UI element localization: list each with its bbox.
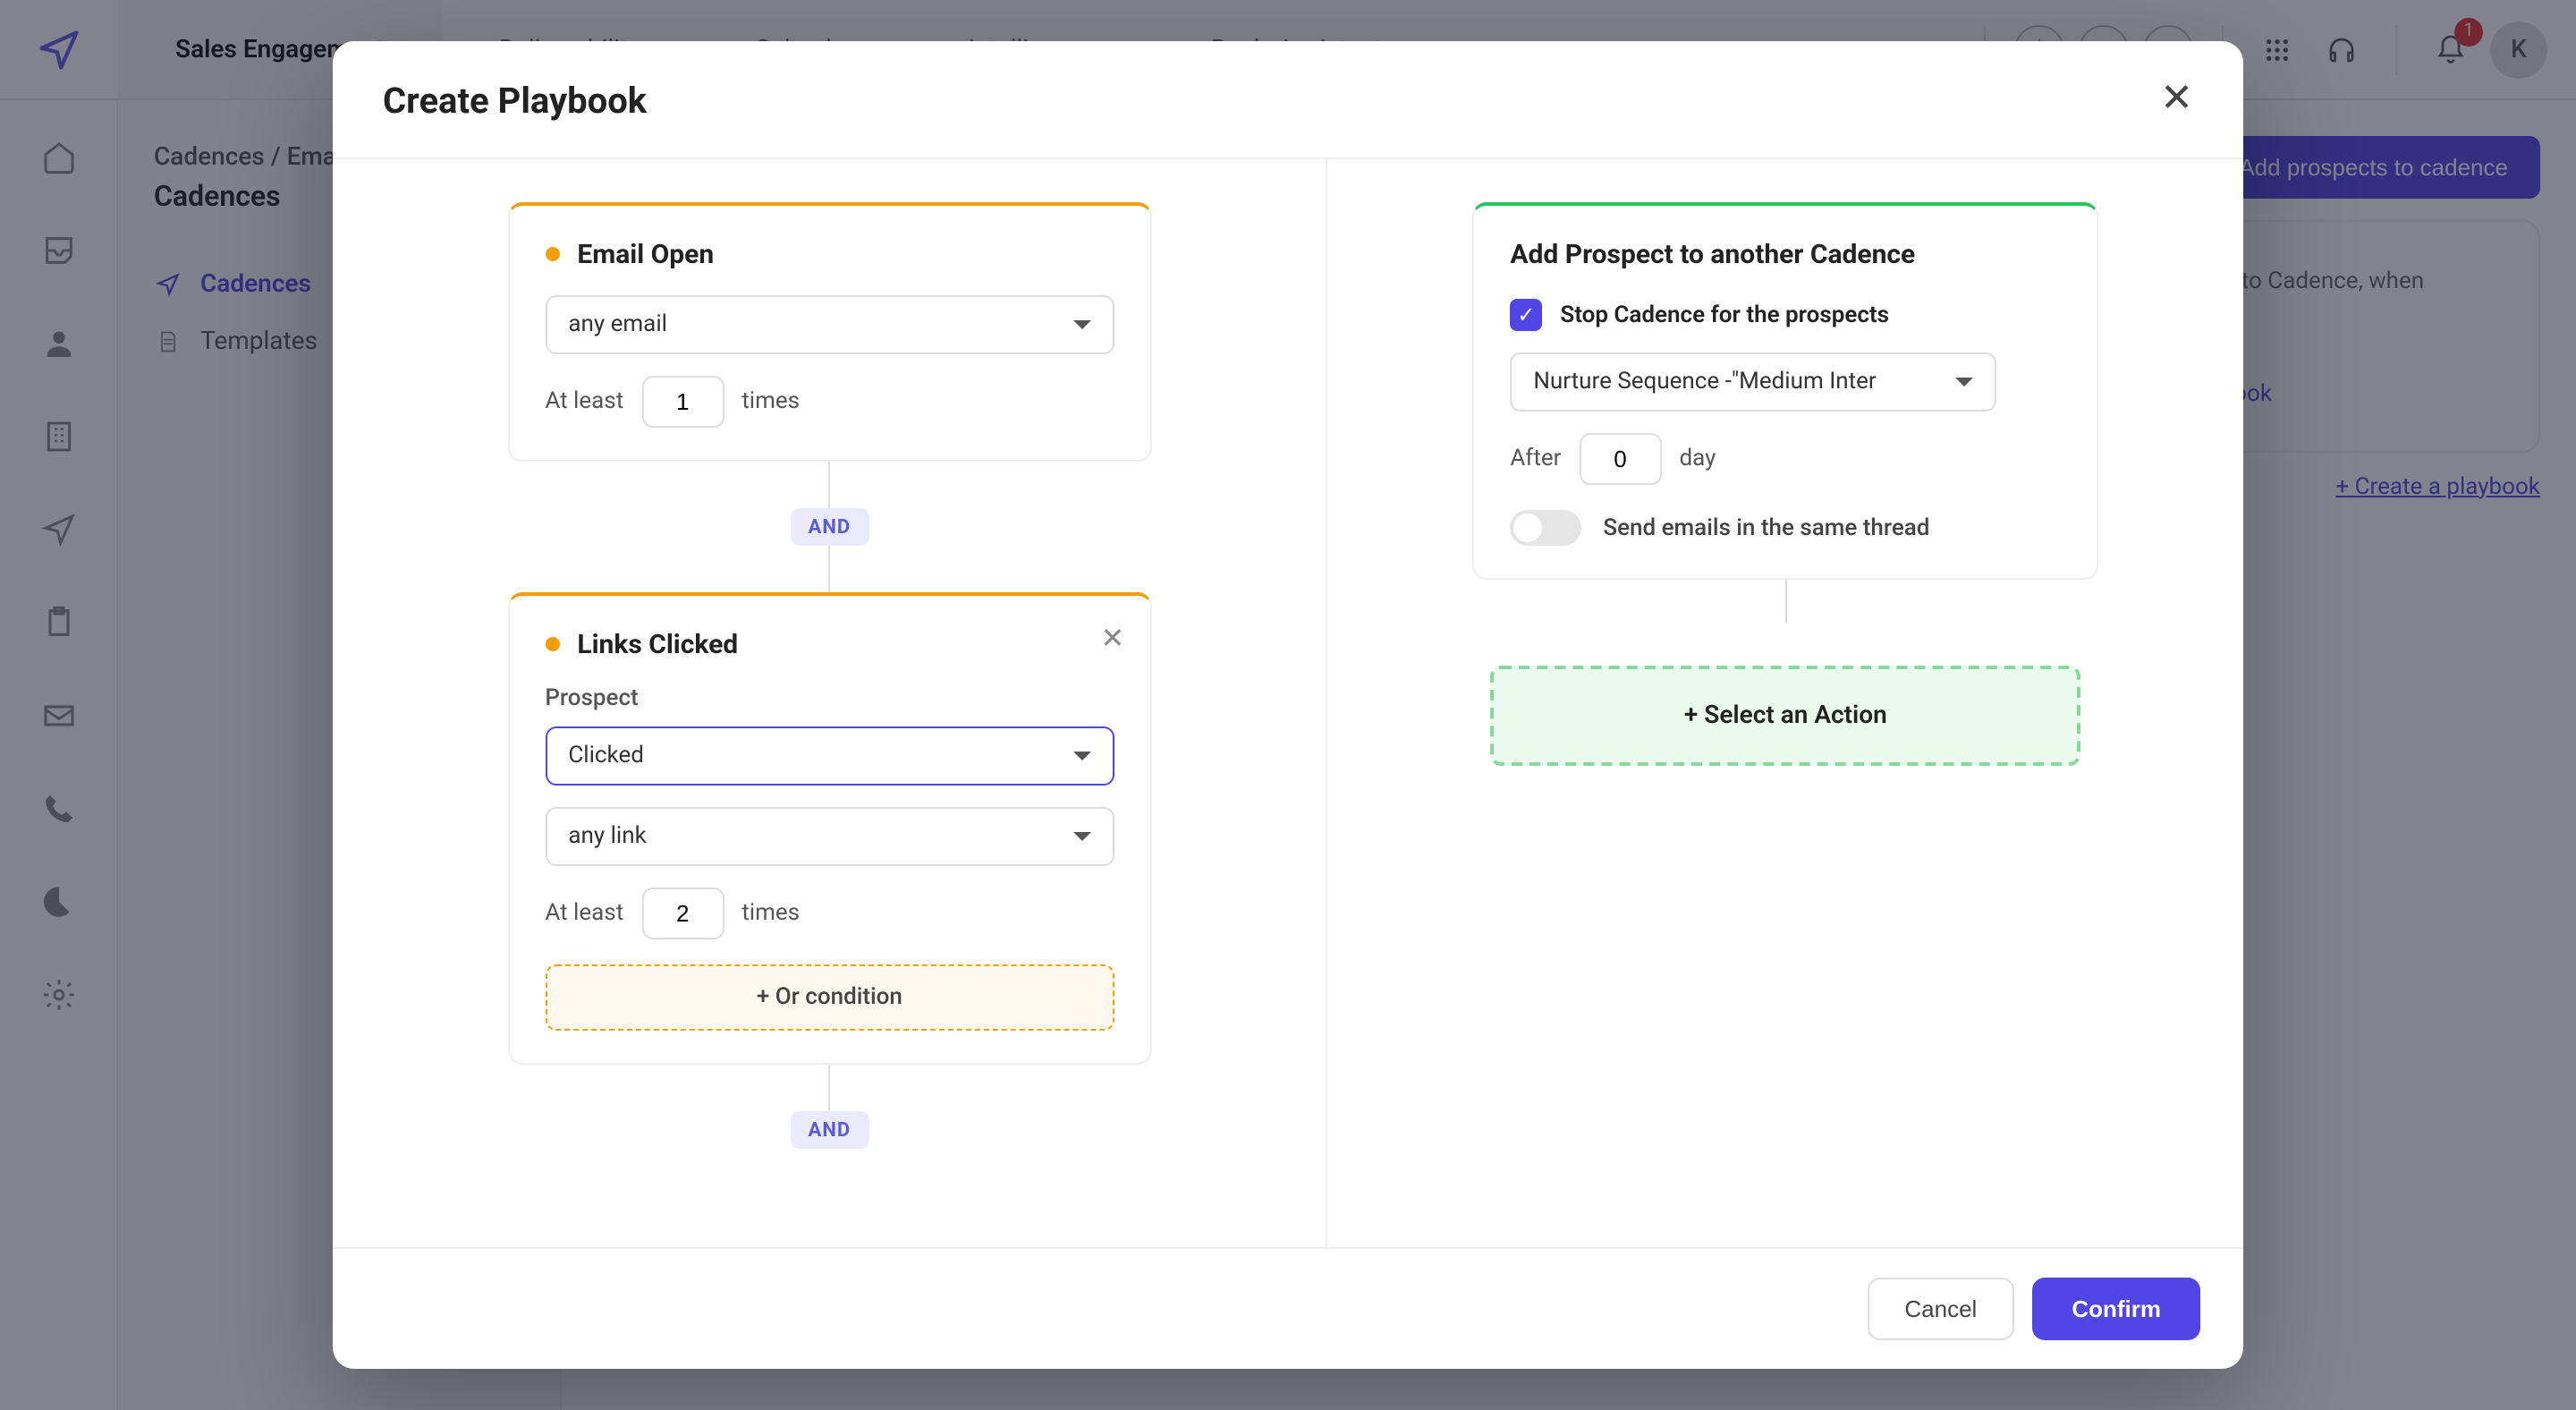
atleast-input[interactable]	[641, 376, 724, 428]
action-add-prospect: Add Prospect to another Cadence Stop Cad…	[1472, 202, 2098, 580]
and-connector: AND	[791, 508, 869, 546]
atleast-label: At least	[545, 900, 623, 927]
select-value: Clicked	[568, 743, 644, 769]
condition-email-open: Email Open any email At least times	[507, 202, 1151, 462]
day-label: day	[1679, 446, 1716, 472]
after-input[interactable]	[1579, 433, 1661, 485]
thread-label: Send emails in the same thread	[1603, 514, 1929, 541]
thread-toggle[interactable]	[1510, 510, 1581, 546]
select-value: any link	[568, 823, 646, 850]
times-label: times	[741, 388, 800, 415]
actions-column: Add Prospect to another Cadence Stop Cad…	[1328, 159, 2243, 1247]
checkbox-stop-cadence[interactable]	[1510, 299, 1542, 331]
modal-title: Create Playbook	[383, 78, 647, 121]
link-select[interactable]: any link	[545, 807, 1114, 866]
close-icon[interactable]: ✕	[2160, 77, 2193, 122]
atleast-input[interactable]	[641, 888, 724, 939]
select-action-button[interactable]: + Select an Action	[1490, 666, 2080, 766]
chevron-down-icon	[1072, 832, 1090, 841]
clicked-select[interactable]: Clicked	[545, 726, 1114, 786]
select-value: any email	[568, 311, 667, 338]
or-condition-button[interactable]: + Or condition	[545, 964, 1114, 1031]
status-dot-icon	[545, 247, 559, 261]
status-dot-icon	[545, 637, 559, 651]
remove-condition-icon[interactable]: ✕	[1101, 621, 1125, 655]
condition-title: Email Open	[577, 238, 714, 270]
chevron-down-icon	[1072, 320, 1090, 329]
action-title: Add Prospect to another Cadence	[1510, 238, 1915, 270]
cancel-button[interactable]: Cancel	[1867, 1278, 2014, 1340]
conditions-column: Email Open any email At least times AND	[333, 159, 1326, 1247]
times-label: times	[741, 900, 800, 927]
chevron-down-icon	[1072, 752, 1090, 760]
modal-overlay: Create Playbook ✕ Email Open any email A…	[0, 0, 2576, 1410]
select-value: Nurture Sequence -"Medium Inter	[1533, 369, 1876, 395]
stop-label: Stop Cadence for the prospects	[1560, 302, 1889, 328]
condition-title: Links Clicked	[577, 628, 738, 660]
after-label: After	[1510, 446, 1561, 472]
confirm-button[interactable]: Confirm	[2032, 1278, 2200, 1340]
prospect-label: Prospect	[545, 685, 1114, 712]
atleast-label: At least	[545, 388, 623, 415]
and-connector: AND	[791, 1111, 869, 1149]
create-playbook-modal: Create Playbook ✕ Email Open any email A…	[333, 41, 2243, 1369]
chevron-down-icon	[1955, 378, 1973, 386]
email-select[interactable]: any email	[545, 295, 1114, 354]
condition-links-clicked: ✕ Links Clicked Prospect Clicked any lin…	[507, 592, 1151, 1065]
sequence-select[interactable]: Nurture Sequence -"Medium Inter	[1510, 352, 1996, 412]
